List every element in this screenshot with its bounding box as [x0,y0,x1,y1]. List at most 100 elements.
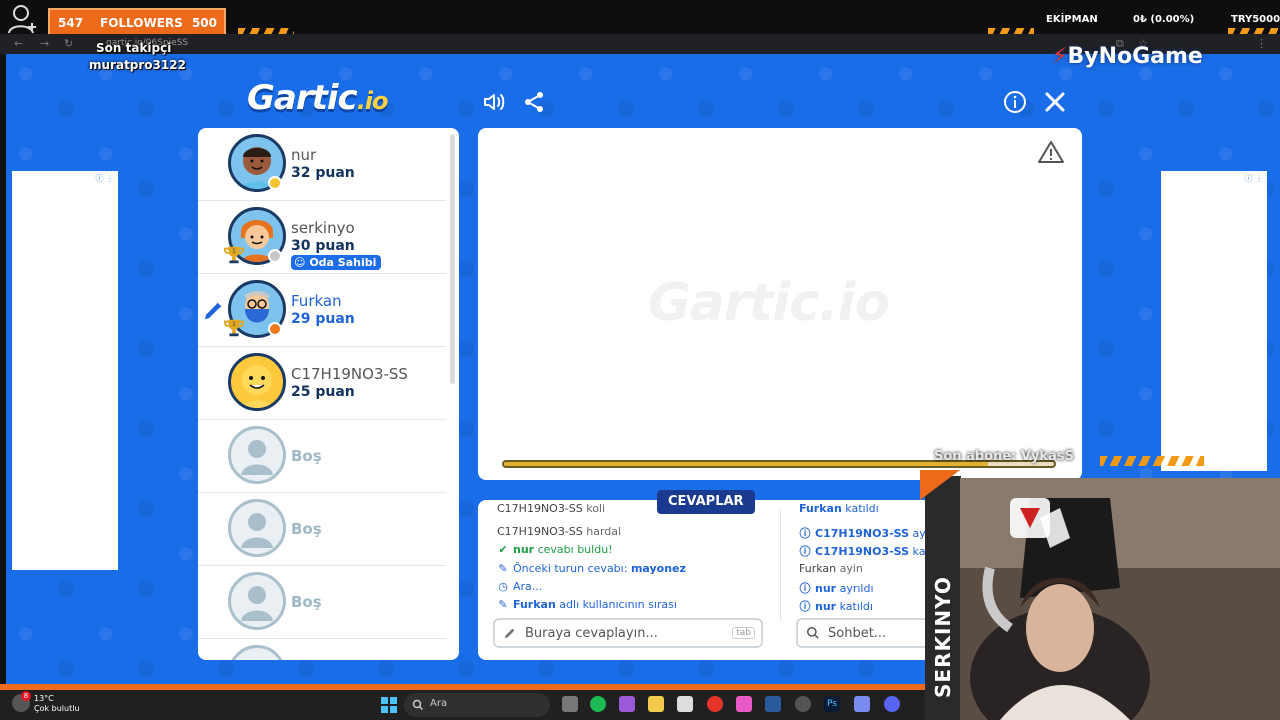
svg-text:1: 1 [232,249,236,255]
close-icon[interactable] [1043,90,1067,114]
menu-icon[interactable]: ⋮ [1256,37,1267,50]
player-name: Boş [291,447,322,465]
player-row[interactable]: nur 32 puan [198,128,446,201]
sound-icon[interactable] [482,90,506,114]
panel-divider [780,510,781,622]
player-score: 29 puan [291,311,355,327]
search-icon [807,627,819,639]
player-row[interactable]: 1 Furkan 29 puan [198,274,446,347]
app-icon[interactable] [736,696,752,712]
bynogame-mark-icon: ⚡ [1052,44,1068,69]
status-indicator [268,249,282,263]
donation-goal: TRY5000 [1231,14,1280,25]
empty-player-slot [198,639,446,660]
svg-text:1: 1 [232,322,236,328]
answers-tab[interactable]: CEVAPLAR [657,490,755,514]
player-score: 30 puan [291,238,355,254]
player-row[interactable]: 1 serkinyo 30 puan ☺ Oda Sahibi [198,201,446,274]
avatar [228,353,286,411]
pencil-icon [504,628,515,639]
taskbar-search[interactable]: Ara [404,693,550,717]
room-owner-badge: ☺ Oda Sahibi [291,255,382,270]
owner-icon: ☺ [294,256,306,269]
last-follower-label: Son takipçi [96,41,172,55]
add-user-icon [8,5,36,34]
player-name: Boş [291,593,322,611]
info-icon: ⓘ [799,600,811,613]
players-list: nur 32 puan 1 serkinyo 30 puan ☺ Oda Sah… [198,128,459,660]
answer-input[interactable]: Buraya cevaplayın... tab [493,618,763,648]
answer-line: C17H19NO3-SS koli [497,502,606,515]
trophy-icon: 1 [223,319,245,337]
drawing-canvas[interactable]: Gartic.io [478,128,1082,480]
empty-player-slot: Boş [198,493,446,566]
answer-line: ✔ nur cevabı buldu! [498,543,613,556]
app-icon[interactable] [795,696,811,712]
windows-start-icon[interactable] [381,697,397,713]
answer-line: ◷ Ara... [498,580,543,593]
pencil-icon: ✎ [498,598,508,611]
chrome-icon[interactable] [707,696,723,712]
info-icon: ⓘ [799,527,811,540]
reload-icon[interactable]: ↻ [64,37,73,50]
bynogame-logo: ⚡ByNoGame [1052,44,1203,69]
chat-line: ⓘC17H19NO3-SS katıldı [799,545,935,558]
app-icon[interactable] [619,696,635,712]
clock-icon: ◷ [498,580,508,593]
chat-line: ⓘC17H19NO3-SS ayrıldı [799,527,935,540]
canvas-watermark: Gartic.io [648,273,890,333]
player-row[interactable]: C17H19NO3-SS 25 puan [198,347,446,420]
store-icon[interactable] [677,696,693,712]
equipment-value: 0₺ (0.00%) [1133,14,1195,25]
share-icon[interactable] [522,90,546,114]
overlay-corner-accent [920,470,960,500]
streamer-name: SERKINYO [931,576,955,698]
followers-goal-bar: 547 FOLLOWERS 500 [48,8,226,36]
pencil-icon: ✎ [498,562,508,575]
steam-icon[interactable] [765,696,781,712]
trophy-icon: 1 [223,246,245,264]
answer-line: ✎ Önceki turun cevabı: mayonez [498,562,686,575]
report-warning-icon[interactable] [1038,140,1064,164]
player-name: Boş [291,520,322,538]
info-icon: ⓘ [799,545,811,558]
tab-key-hint: tab [732,627,755,639]
ad-info-icon[interactable]: ⓘ ⋮ [95,173,114,184]
gartic-logo[interactable]: Gartic.io [247,78,389,118]
player-score: 25 puan [291,384,355,400]
file-explorer-icon[interactable] [648,696,664,712]
webcam-image [960,478,1280,720]
ad-info-icon[interactable]: ⓘ ⋮ [1244,173,1263,184]
chat-line: Furkan ayin [799,562,863,575]
discord-icon[interactable] [884,696,900,712]
chat-line: Furkan katıldı [799,502,879,515]
equipment-label: EKİPMAN [1046,14,1098,25]
answers-log[interactable]: C17H19NO3-SS koli C17H19NO3-SS hardal ✔ n… [492,500,772,616]
player-name: C17H19NO3-SS [291,365,408,383]
left-ad-banner[interactable]: ⓘ ⋮ [12,171,118,570]
right-ad-banner[interactable]: ⓘ ⋮ [1161,171,1267,471]
empty-player-slot: Boş [198,420,446,493]
empty-avatar-icon [228,499,286,557]
notification-badge: 8 [21,691,31,701]
last-subscriber: Son abone: VykasS [934,449,1074,464]
task-view-icon[interactable] [562,696,578,712]
players-scrollbar[interactable] [450,134,455,384]
photoshop-icon[interactable]: Ps [824,696,840,712]
app-icon[interactable] [854,696,870,712]
answer-line: ✎ Furkan adlı kullanıcının sırası [498,598,677,611]
forward-icon[interactable]: → [40,37,49,50]
empty-avatar-icon [228,426,286,484]
empty-player-slot: Boş [198,566,446,639]
player-name: nur [291,146,317,164]
weather-widget[interactable]: 13°C Çok bulutlu [34,694,80,714]
overlay-stripes [1100,456,1204,466]
spotify-icon[interactable] [590,696,606,712]
windows-taskbar: 8 13°C Çok bulutlu Ara Ps [0,690,925,720]
chat-input[interactable]: Sohbet... [796,618,946,648]
back-icon[interactable]: ← [14,37,23,50]
info-icon: ⓘ [799,582,811,595]
chat-log[interactable]: Furkan katıldı ⓘC17H19NO3-SS ayrıldı ⓘC1… [794,500,934,616]
info-icon[interactable] [1003,90,1027,114]
webcam-feed [960,478,1280,720]
